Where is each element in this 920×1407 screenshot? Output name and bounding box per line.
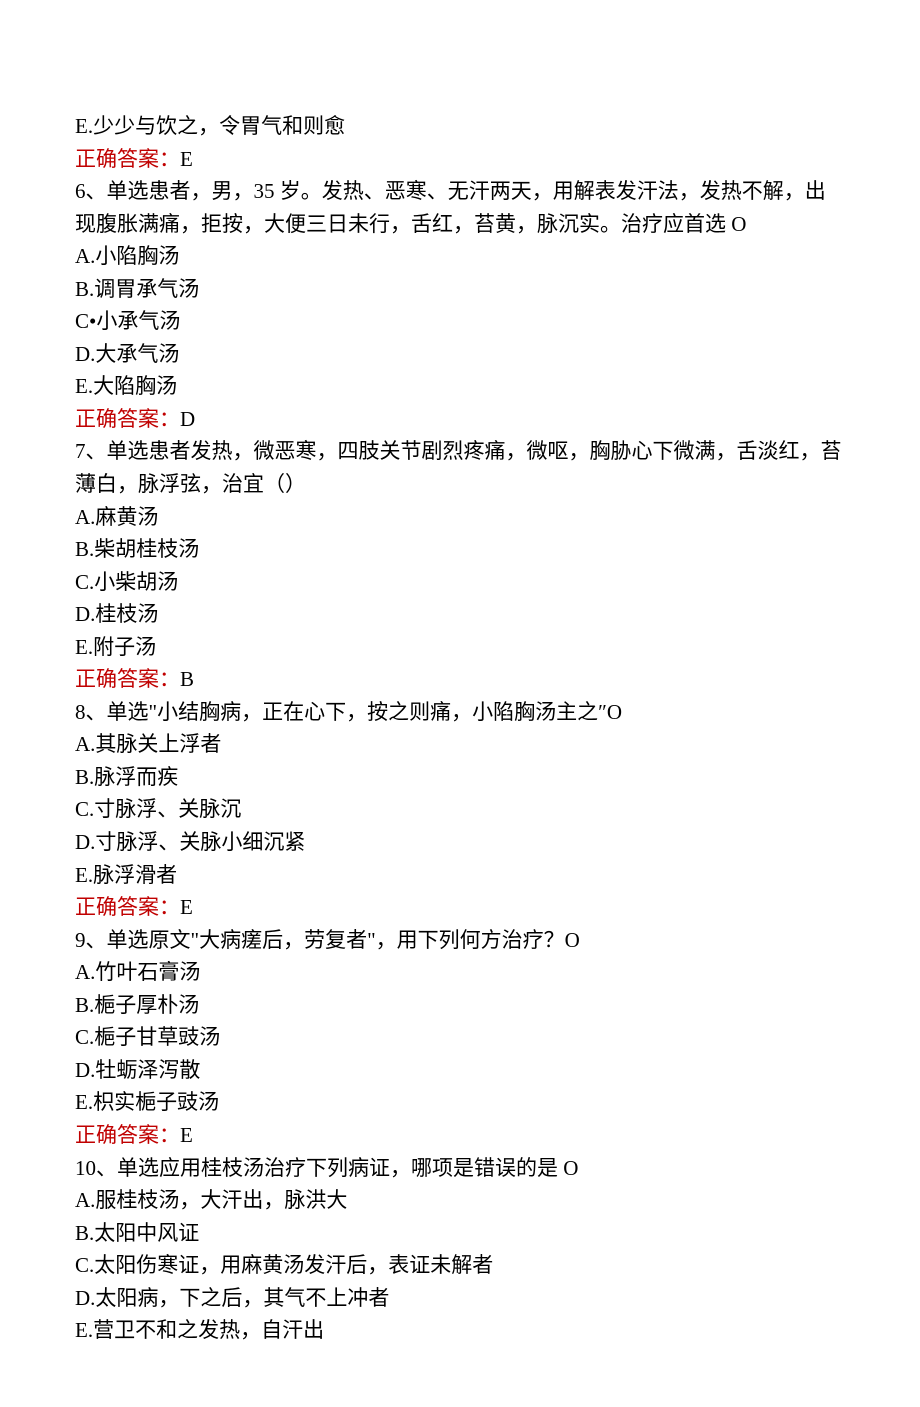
q7-option-a: A.麻黄汤 <box>75 501 845 534</box>
q10-option-a: A.服桂枝汤，大汗出，脉洪大 <box>75 1184 845 1217</box>
q6-option-a: A.小陷胸汤 <box>75 240 845 273</box>
answer-value: E <box>180 147 193 171</box>
q5-option-e: E.少少与饮之，令胃气和则愈 <box>75 110 845 143</box>
q8-option-e: E.脉浮滑者 <box>75 859 845 892</box>
q7-option-c: C.小柴胡汤 <box>75 566 845 599</box>
answer-value: B <box>180 667 194 691</box>
q9-stem: 9、单选原文"大病瘥后，劳复者"，用下列何方治疗？O <box>75 924 845 957</box>
document-page: E.少少与饮之，令胃气和则愈 正确答案：E 6、单选患者，男，35 岁。发热、恶… <box>0 0 920 1407</box>
answer-label: 正确答案： <box>75 407 180 431</box>
q6-option-b: B.调胃承气汤 <box>75 273 845 306</box>
answer-value: E <box>180 1123 193 1147</box>
q6-option-e: E.大陷胸汤 <box>75 370 845 403</box>
q9-option-e: E.枳实梔子豉汤 <box>75 1086 845 1119</box>
answer-label: 正确答案： <box>75 147 180 171</box>
q6-answer: 正确答案：D <box>75 403 845 436</box>
q8-option-b: B.脉浮而疾 <box>75 761 845 794</box>
q8-option-a: A.其脉关上浮者 <box>75 728 845 761</box>
answer-label: 正确答案： <box>75 1123 180 1147</box>
q8-option-c: C.寸脉浮、关脉沉 <box>75 793 845 826</box>
q9-option-d: D.牡蛎泽泻散 <box>75 1054 845 1087</box>
q6-option-d: D.大承气汤 <box>75 338 845 371</box>
q6-option-c: C•小承气汤 <box>75 305 845 338</box>
q8-option-d: D.寸脉浮、关脉小细沉紧 <box>75 826 845 859</box>
q8-answer: 正确答案：E <box>75 891 845 924</box>
q7-stem: 7、单选患者发热，微恶寒，四肢关节剧烈疼痛，微呕，胸胁心下微满，舌淡红，苔薄白，… <box>75 435 845 500</box>
q7-option-d: D.桂枝汤 <box>75 598 845 631</box>
answer-value: D <box>180 407 195 431</box>
q9-option-b: B.梔子厚朴汤 <box>75 989 845 1022</box>
answer-label: 正确答案： <box>75 895 180 919</box>
q7-answer: 正确答案：B <box>75 663 845 696</box>
q10-option-e: E.营卫不和之发热，自汗出 <box>75 1314 845 1347</box>
q10-option-d: D.太阳病，下之后，其气不上冲者 <box>75 1282 845 1315</box>
q9-option-c: C.梔子甘草豉汤 <box>75 1021 845 1054</box>
q10-option-c: C.太阳伤寒证，用麻黄汤发汗后，表证未解者 <box>75 1249 845 1282</box>
q9-answer: 正确答案：E <box>75 1119 845 1152</box>
q5-answer: 正确答案：E <box>75 143 845 176</box>
q10-stem: 10、单选应用桂枝汤治疗下列病证，哪项是错误的是 O <box>75 1152 845 1185</box>
answer-label: 正确答案： <box>75 667 180 691</box>
answer-value: E <box>180 895 193 919</box>
q10-option-b: B.太阳中风证 <box>75 1217 845 1250</box>
q7-option-b: B.柴胡桂枝汤 <box>75 533 845 566</box>
q6-stem: 6、单选患者，男，35 岁。发热、恶寒、无汗两天，用解表发汗法，发热不解，出现腹… <box>75 175 845 240</box>
q8-stem: 8、单选"小结胸病，正在心下，按之则痛，小陷胸汤主之″O <box>75 696 845 729</box>
q7-option-e: E.附子汤 <box>75 631 845 664</box>
q9-option-a: A.竹叶石膏汤 <box>75 956 845 989</box>
